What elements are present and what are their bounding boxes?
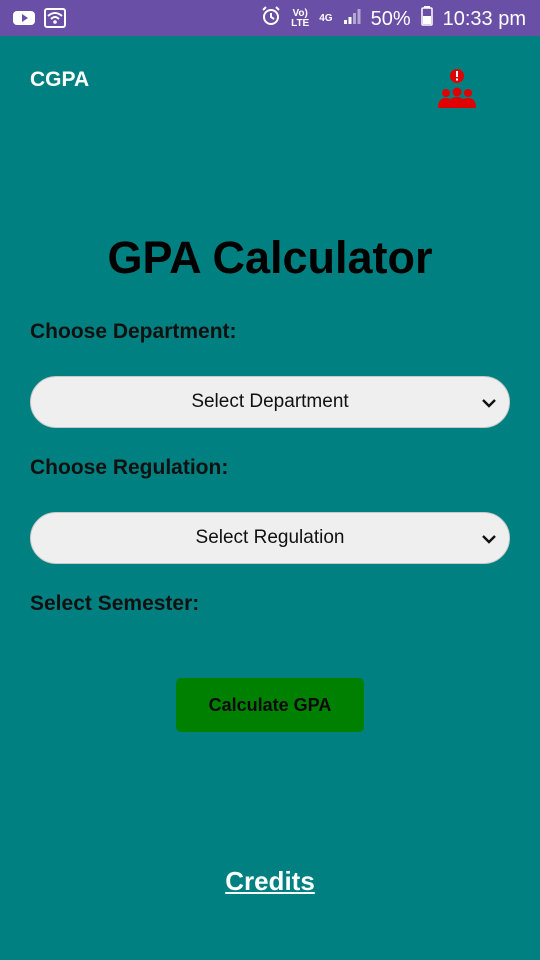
youtube-icon <box>12 9 36 32</box>
battery-percent: 50% <box>370 7 411 30</box>
team-info-button[interactable] <box>434 66 480 112</box>
alarm-icon <box>261 6 281 32</box>
credits-link[interactable]: Credits <box>225 866 315 896</box>
battery-icon <box>420 6 433 32</box>
semester-label: Select Semester: <box>30 592 200 615</box>
department-label: Choose Department: <box>30 320 237 343</box>
volte-icon: Vo) LTE <box>291 9 309 29</box>
regulation-select[interactable]: Select Regulation <box>30 512 510 564</box>
calculate-gpa-button[interactable]: Calculate GPA <box>176 678 364 732</box>
department-select-value: Select Department <box>191 391 349 412</box>
status-bar: Vo) LTE 4G 50% 10:33 pm <box>0 0 540 36</box>
department-select[interactable]: Select Department <box>30 376 510 428</box>
clock: 10:33 pm <box>442 7 526 30</box>
signal-icon <box>343 7 361 31</box>
chevron-down-icon <box>482 399 496 408</box>
volte-bottom-label: LTE <box>291 18 310 29</box>
page-title: GPA Calculator <box>107 232 433 283</box>
regulation-label: Choose Regulation: <box>30 456 229 479</box>
regulation-select-value: Select Regulation <box>195 527 345 548</box>
credits-container: Credits <box>0 866 540 897</box>
network-type-label: 4G <box>319 13 333 24</box>
app-title: CGPA <box>30 68 90 91</box>
wifi-icon <box>44 8 66 33</box>
team-info-icon <box>438 69 476 108</box>
chevron-down-icon <box>482 535 496 544</box>
